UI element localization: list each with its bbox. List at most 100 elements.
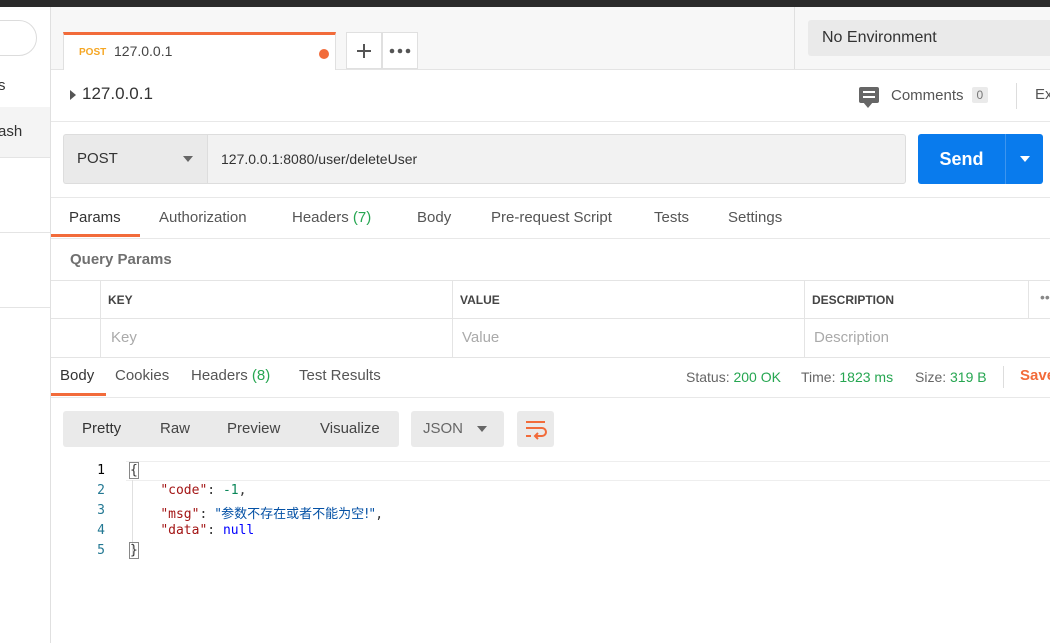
environment-select-value: No Environment: [822, 29, 937, 46]
chevron-down-icon: [477, 426, 487, 432]
response-body-editor[interactable]: 1 2 3 4 5 { "code": -1, "msg": "参数不存在或者不…: [51, 459, 1050, 643]
code-line: "data": null: [160, 523, 255, 538]
chevron-down-icon: [183, 156, 193, 162]
query-params-table: KEY VALUE DESCRIPTION ••• Key Value Desc…: [51, 280, 1050, 358]
url-input-value: 127.0.0.1:8080/user/deleteUser: [221, 151, 418, 167]
active-tab-indicator: [51, 234, 140, 237]
send-options-button[interactable]: [1005, 134, 1043, 184]
divider: [0, 232, 50, 233]
status-label: Status:: [686, 369, 730, 385]
wrap-lines-button[interactable]: [517, 411, 554, 447]
request-tab-method: POST: [79, 47, 107, 58]
value-input[interactable]: Value: [462, 329, 499, 346]
comments-button[interactable]: Comments 0: [859, 83, 989, 108]
key-input[interactable]: Key: [111, 329, 137, 346]
new-tab-button[interactable]: [346, 32, 382, 69]
view-pretty-button[interactable]: Pretty: [82, 420, 121, 437]
sidebar-item-partial[interactable]: ash: [0, 123, 22, 140]
open-brace: {: [129, 462, 139, 479]
column-header-key: KEY: [108, 293, 133, 307]
tab-body[interactable]: Body: [417, 209, 451, 226]
divider: [1028, 281, 1029, 318]
table-options-button[interactable]: •••: [1040, 289, 1050, 305]
comments-count-badge: 0: [971, 87, 989, 103]
caret-right-icon[interactable]: [70, 90, 76, 100]
tab-headers-count: (7): [352, 209, 372, 226]
sidebar-item-partial[interactable]: s: [0, 77, 6, 94]
tab-options-button[interactable]: [382, 32, 418, 69]
description-input[interactable]: Description: [814, 329, 889, 346]
line-number: 3: [97, 503, 105, 518]
line-number: 1: [97, 463, 105, 478]
request-tabs-bar: POST 127.0.0.1 No Environment: [51, 7, 1050, 70]
tab-response-headers-label: Headers: [191, 367, 248, 384]
tab-prerequest-script[interactable]: Pre-request Script: [491, 209, 612, 226]
save-response-button[interactable]: Save: [1020, 367, 1050, 384]
column-header-value: VALUE: [460, 293, 500, 307]
view-raw-button[interactable]: Raw: [160, 420, 190, 437]
tab-response-headers-count: (8): [251, 367, 271, 384]
tab-settings[interactable]: Settings: [728, 209, 782, 226]
json-value: null: [222, 523, 255, 538]
line-number: 2: [97, 483, 105, 498]
divider: [794, 7, 795, 69]
tab-headers[interactable]: Headers (7): [292, 209, 371, 226]
request-tab[interactable]: POST 127.0.0.1: [63, 32, 336, 70]
environment-select[interactable]: No Environment: [808, 20, 1050, 56]
method-select[interactable]: POST: [63, 134, 207, 184]
format-select[interactable]: JSON: [411, 411, 504, 447]
tab-headers-label: Headers: [292, 209, 349, 226]
divider: [0, 307, 50, 308]
divider: [0, 157, 50, 158]
url-input[interactable]: 127.0.0.1:8080/user/deleteUser: [207, 134, 906, 184]
tab-cookies[interactable]: Cookies: [115, 367, 169, 384]
json-key: "code": [160, 483, 208, 498]
tab-response-headers[interactable]: Headers (8): [191, 367, 270, 384]
json-value: -1: [222, 483, 239, 498]
send-button[interactable]: Send: [918, 134, 1005, 184]
current-line-highlight: [126, 461, 1050, 481]
size-indicator[interactable]: Size: 319 B: [915, 369, 987, 385]
tab-authorization[interactable]: Authorization: [159, 209, 247, 226]
ellipsis-icon: [389, 48, 411, 53]
divider: [100, 281, 101, 357]
request-config-tabs: Params Authorization Headers (7) Body Pr…: [51, 197, 1050, 239]
time-label: Time:: [801, 369, 836, 385]
window-top-bar: [0, 0, 1050, 7]
divider: [51, 318, 1050, 319]
comments-label: Comments: [891, 86, 964, 104]
divider: [1016, 83, 1017, 109]
code-line: {: [129, 462, 139, 479]
plus-icon: [357, 43, 371, 58]
unsaved-dot-icon: [319, 49, 329, 59]
comment-icon: [859, 87, 879, 108]
examples-button[interactable]: Ex: [1035, 86, 1050, 103]
size-label: Size:: [915, 369, 947, 385]
request-tab-title: 127.0.0.1: [114, 43, 173, 59]
tab-test-results[interactable]: Test Results: [299, 367, 381, 384]
active-tab-indicator: [51, 393, 106, 396]
breadcrumb: 127.0.0.1 Comments 0 Ex: [51, 69, 1050, 122]
column-header-description: DESCRIPTION: [812, 293, 895, 307]
view-visualize-button[interactable]: Visualize: [320, 420, 380, 437]
json-key: "data": [160, 523, 208, 538]
status-indicator[interactable]: Status: 200 OK: [686, 369, 781, 385]
time-value: 1823 ms: [839, 369, 894, 385]
code-line: "msg": "参数不存在或者不能为空!",: [160, 507, 384, 522]
view-mode-group: Pretty Raw Preview Visualize: [63, 411, 399, 447]
url-bar: POST 127.0.0.1:8080/user/deleteUser Send: [51, 121, 1050, 198]
request-name[interactable]: 127.0.0.1: [82, 84, 153, 104]
divider: [804, 281, 805, 357]
view-preview-button[interactable]: Preview: [227, 420, 280, 437]
tab-response-body[interactable]: Body: [60, 367, 94, 384]
query-params-label: Query Params: [70, 251, 172, 268]
tab-params[interactable]: Params: [69, 209, 121, 226]
divider: [452, 281, 453, 357]
divider: [1003, 366, 1004, 388]
time-indicator[interactable]: Time: 1823 ms: [801, 369, 893, 385]
code-line: "code": -1,: [160, 483, 247, 498]
sidebar: s ash: [0, 7, 51, 643]
sidebar-search-input[interactable]: [0, 20, 37, 56]
json-key: "msg": [160, 507, 200, 522]
tab-tests[interactable]: Tests: [654, 209, 689, 226]
